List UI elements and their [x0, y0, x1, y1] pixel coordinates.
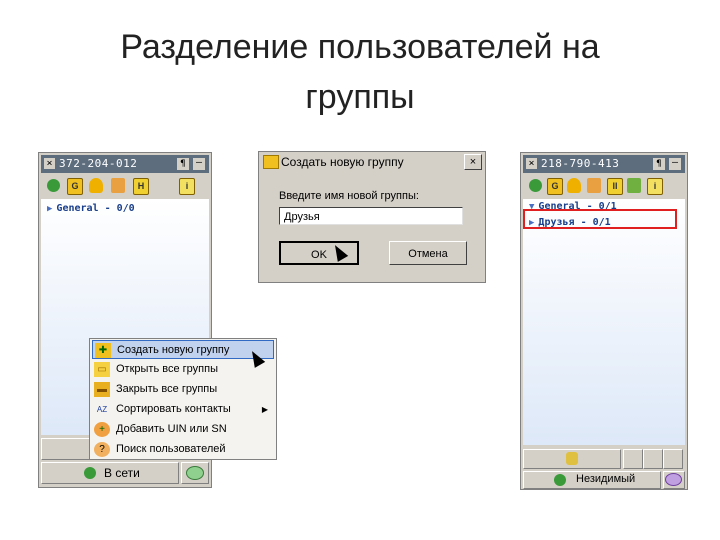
- menu-item-open-all[interactable]: ▭ Открыть все группы: [92, 360, 274, 379]
- slide-title-line2: группы: [305, 78, 415, 116]
- expand-arrow-icon: ▶: [47, 204, 53, 214]
- status-label: В сети: [104, 466, 140, 480]
- menu-item-create-group[interactable]: ✚ Создать новую группу: [92, 340, 274, 359]
- sort-az-icon: AZ: [96, 405, 108, 414]
- info-icon[interactable]: i: [179, 178, 195, 195]
- close-icon[interactable]: ×: [464, 154, 482, 170]
- menu-item-label: Сортировать контакты: [116, 403, 231, 415]
- minimize-icon[interactable]: –: [193, 158, 205, 170]
- right-icq-window: × 218-790-413 ¶ – G II i ▼ General - 0/1 …: [520, 152, 688, 490]
- contacts-icon[interactable]: [111, 178, 125, 193]
- group-label: General - 0/0: [56, 203, 135, 214]
- status-label: Незидимый: [576, 473, 636, 485]
- menu-item-label: Добавить UIN или SN: [116, 423, 227, 435]
- visibility-button[interactable]: [663, 471, 685, 489]
- clover-status-icon: [554, 474, 566, 486]
- h-icon[interactable]: H: [133, 178, 149, 195]
- pin-icon[interactable]: ¶: [177, 158, 189, 170]
- status-button[interactable]: В сети: [41, 462, 179, 484]
- folder-closed-icon: ▬: [94, 382, 110, 397]
- h-icon[interactable]: II: [607, 178, 623, 195]
- minimize-icon[interactable]: –: [669, 158, 681, 170]
- close-icon[interactable]: ×: [526, 158, 537, 169]
- slide-title-line1: Разделение пользователей на: [120, 28, 600, 66]
- new-group-highlight: [523, 209, 677, 229]
- info-icon[interactable]: i: [647, 178, 663, 195]
- right-contact-list: ▼ General - 0/1 ▶ Друзья - 0/1: [523, 199, 685, 445]
- right-lower-button[interactable]: [523, 449, 621, 469]
- visibility-button[interactable]: [181, 462, 209, 484]
- left-window-titlebar: × 372-204-012 ¶ –: [41, 155, 209, 173]
- right-window-titlebar: × 218-790-413 ¶ –: [523, 155, 685, 173]
- slide-title: Разделение пользователей на группы: [60, 22, 660, 122]
- menu-item-sort-contacts[interactable]: AZ Сортировать контакты ▶: [92, 400, 274, 419]
- menu-item-label: Закрыть все группы: [116, 383, 218, 395]
- left-window-uin: 372-204-012: [59, 157, 138, 170]
- right-window-uin: 218-790-413: [541, 157, 620, 170]
- g-icon[interactable]: G: [67, 178, 83, 195]
- check-button[interactable]: [643, 449, 663, 469]
- folder-icon: [263, 155, 279, 169]
- folder-open-icon: ▭: [94, 362, 110, 377]
- pin-icon[interactable]: ¶: [653, 158, 665, 170]
- bell-icon[interactable]: [89, 178, 103, 193]
- clover-icon[interactable]: [529, 179, 542, 192]
- contacts-icon[interactable]: [587, 178, 601, 193]
- search-contact-button[interactable]: [623, 449, 643, 469]
- dialog-titlebar: Создать новую группу ×: [259, 152, 485, 172]
- clover-status-icon: [84, 467, 96, 479]
- right-window-toolbar: G II i: [523, 175, 685, 197]
- add-contact-icon: [566, 452, 578, 465]
- tools-icon[interactable]: [627, 178, 641, 193]
- create-group-dialog: Создать новую группу × Введите имя новой…: [258, 151, 486, 283]
- cancel-button[interactable]: Отмена: [389, 241, 467, 265]
- clover-icon[interactable]: [47, 179, 60, 192]
- g-icon[interactable]: G: [547, 178, 563, 195]
- menu-item-add-uin[interactable]: + Добавить UIN или SN: [92, 420, 274, 439]
- menu-item-search-users[interactable]: ? Поиск пользователей: [92, 440, 274, 459]
- eye-icon: [665, 473, 682, 486]
- menu-item-label: Поиск пользователей: [116, 443, 226, 455]
- menu-item-close-all[interactable]: ▬ Закрыть все группы: [92, 380, 274, 399]
- group-name-input[interactable]: Друзья: [279, 207, 463, 225]
- status-button[interactable]: Незидимый: [523, 471, 661, 489]
- close-icon[interactable]: ×: [44, 158, 55, 169]
- group-general[interactable]: ▶ General - 0/0: [47, 203, 135, 214]
- menu-item-label: Создать новую группу: [117, 344, 230, 356]
- help-button[interactable]: [663, 449, 683, 469]
- left-window-toolbar: G H i: [41, 175, 209, 197]
- new-folder-icon: ✚: [95, 343, 111, 358]
- search-user-icon: ?: [94, 442, 110, 457]
- bell-icon[interactable]: [567, 178, 581, 193]
- dialog-prompt: Введите имя новой группы:: [279, 190, 419, 202]
- eye-icon: [186, 466, 204, 480]
- menu-item-label: Открыть все группы: [116, 363, 218, 375]
- submenu-arrow-icon: ▶: [261, 405, 268, 414]
- dialog-title: Создать новую группу: [281, 155, 404, 169]
- add-user-icon: +: [94, 422, 110, 437]
